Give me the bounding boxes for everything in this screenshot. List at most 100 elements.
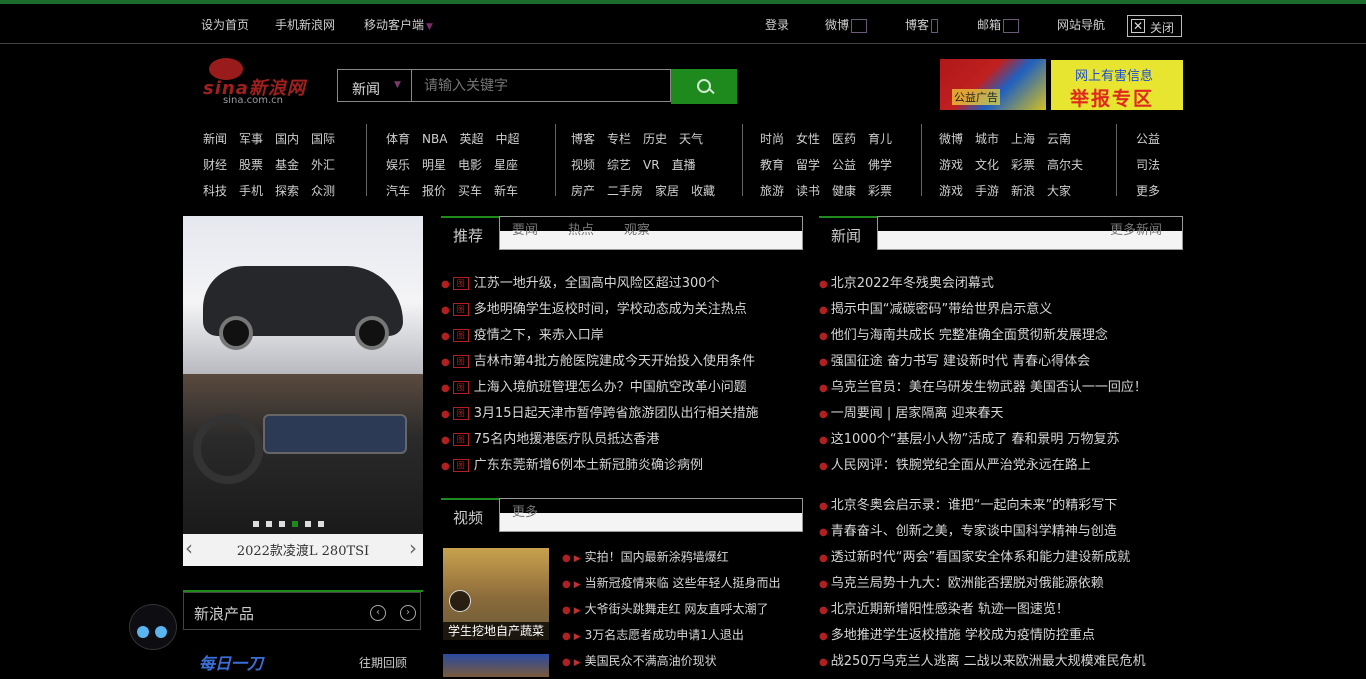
list-item[interactable]: ● 图多地明确学生返校时间，学校动态成为关注热点	[441, 297, 759, 323]
site-nav-link[interactable]: 网站导航	[1057, 16, 1105, 33]
video-headline[interactable]: 实拍！国内最新涂鸦墙爆红	[585, 550, 729, 564]
nav-link[interactable]: 电影	[458, 152, 482, 178]
list-item[interactable]: ● ▶ 大爷街头跳舞走红 网友直呼太潮了	[562, 596, 780, 622]
nav-link[interactable]: 公益	[832, 152, 856, 178]
list-item[interactable]: ● 多地推进学生返校措施 学校成为疫情防控重点	[819, 623, 1146, 649]
news-headline[interactable]: 他们与海南共成长 完整准确全面贯彻新发展理念	[831, 328, 1108, 343]
nav-link[interactable]: 军事	[239, 126, 263, 152]
next-icon[interactable]: ›	[400, 605, 416, 621]
list-item[interactable]: ● 图疫情之下，来赤入口岸	[441, 323, 759, 349]
nav-link[interactable]: 上海	[1011, 126, 1035, 152]
nav-link[interactable]: 英超	[459, 126, 483, 152]
nav-link[interactable]: 财经	[203, 152, 227, 178]
list-item[interactable]: ● 北京近期新增阳性感染者 轨迹一图速览！	[819, 597, 1146, 623]
nav-link[interactable]: 收藏	[691, 178, 715, 204]
list-item[interactable]: ● 北京冬奥会启示录：谁把“一起向未来”的精彩写下	[819, 493, 1146, 519]
mobile-client-link[interactable]: 移动客户端 ▼	[364, 16, 433, 33]
news-headline[interactable]: 3月15日起天津市暂停跨省旅游团队出行相关措施	[474, 406, 759, 421]
nav-link[interactable]: NBA	[422, 126, 447, 152]
list-item[interactable]: ● 乌克兰官员：美在乌研发生物武器 美国否认一一回应！	[819, 375, 1147, 401]
news-headline[interactable]: 上海入境航班管理怎么办？中国航空改革小问题	[474, 380, 747, 395]
list-item[interactable]: ● 战250万乌克兰人逃离 二战以来欧洲最大规模难民危机	[819, 649, 1146, 675]
list-item[interactable]: ● ▶ 当新冠疫情来临 这些年轻人挺身而出	[562, 570, 780, 596]
news-headline[interactable]: 北京冬奥会启示录：谁把“一起向未来”的精彩写下	[831, 498, 1117, 513]
hot-section-title[interactable]: 推荐	[453, 225, 483, 246]
nav-link[interactable]: 报价	[422, 178, 446, 204]
list-item[interactable]: ● 人民网评：铁腕党纪全面从严治党永远在路上	[819, 453, 1147, 479]
video-thumbnail[interactable]	[443, 654, 549, 677]
nav-link[interactable]: 读书	[796, 178, 820, 204]
nav-link[interactable]: 体育	[386, 126, 410, 152]
nav-link[interactable]: 买车	[458, 178, 482, 204]
list-item[interactable]: ● 揭示中国“减碳密码”带给世界启示意义	[819, 297, 1147, 323]
nav-link[interactable]: 医药	[832, 126, 856, 152]
nav-link[interactable]: 娱乐	[386, 152, 410, 178]
list-item[interactable]: ● 一周要闻 | 居家隔离 迎来春天	[819, 401, 1147, 427]
news-headline[interactable]: 战250万乌克兰人逃离 二战以来欧洲最大规模难民危机	[831, 654, 1146, 669]
nav-link[interactable]: 汽车	[386, 178, 410, 204]
nav-link[interactable]: 时尚	[760, 126, 784, 152]
nav-link[interactable]: 健康	[832, 178, 856, 204]
nav-link[interactable]: 云南	[1047, 126, 1071, 152]
nav-link[interactable]: 高尔夫	[1047, 152, 1083, 178]
list-item[interactable]: ● 他们与海南共成长 完整准确全面贯彻新发展理念	[819, 323, 1147, 349]
news-headline[interactable]: 强国征途 奋力书写 建设新时代 青春心得体会	[831, 354, 1090, 369]
video-more-tab[interactable]: 更多	[512, 501, 538, 520]
close-button[interactable]: ✕ 关闭	[1127, 15, 1182, 37]
nav-link[interactable]: 新闻	[203, 126, 227, 152]
nav-link[interactable]: 星座	[494, 152, 518, 178]
nav-link[interactable]: 旅游	[760, 178, 784, 204]
tab-observe[interactable]: 观察	[624, 219, 650, 238]
list-item[interactable]: ● ▶ 3万名志愿者成功申请1人退出	[562, 622, 780, 648]
carousel-dot[interactable]	[305, 521, 311, 527]
daily-blade-logo[interactable]: 每日一刀	[199, 650, 263, 674]
tab-important[interactable]: 要闻	[512, 219, 538, 238]
nav-link[interactable]: 育儿	[868, 126, 892, 152]
news-headline[interactable]: 乌克兰官员：美在乌研发生物武器 美国否认一一回应！	[831, 380, 1147, 395]
nav-link[interactable]: 探索	[275, 178, 299, 204]
news-headline[interactable]: 疫情之下，来赤入口岸	[474, 328, 604, 343]
public-service-ad[interactable]: 公益广告	[940, 59, 1046, 110]
nav-link[interactable]: 手游	[975, 178, 999, 204]
list-item[interactable]: ● 图广东东莞新增6例本土新冠肺炎确诊病例	[441, 453, 759, 479]
nav-link[interactable]: 博客	[571, 126, 595, 152]
nav-link[interactable]: VR	[643, 152, 660, 178]
list-item[interactable]: ● 乌克兰局势十九大：欧洲能否摆脱对俄能源依赖	[819, 571, 1146, 597]
nav-link[interactable]: 文化	[975, 152, 999, 178]
nav-link[interactable]: 国内	[275, 126, 299, 152]
nav-link[interactable]: 历史	[643, 126, 667, 152]
video-headline[interactable]: 3万名志愿者成功申请1人退出	[585, 628, 744, 642]
news-headline[interactable]: 透过新时代“两会”看国家安全体系和能力建设新成就	[831, 550, 1130, 565]
cat-mascot-icon[interactable]	[121, 594, 183, 656]
nav-link[interactable]: 手机	[239, 178, 263, 204]
carousel-dot-active[interactable]	[292, 521, 298, 527]
mobile-sina-link[interactable]: 手机新浪网	[275, 16, 335, 33]
nav-link[interactable]: 直播	[672, 152, 696, 178]
nav-more-link[interactable]: 更多	[1136, 178, 1160, 204]
nav-link[interactable]: 视频	[571, 152, 595, 178]
news-headline[interactable]: 揭示中国“减碳密码”带给世界启示意义	[831, 302, 1052, 317]
nav-link[interactable]: 众测	[311, 178, 335, 204]
nav-link[interactable]: 专栏	[607, 126, 631, 152]
login-link[interactable]: 登录	[765, 16, 789, 33]
nav-link[interactable]: 明星	[422, 152, 446, 178]
search-button[interactable]	[671, 69, 737, 104]
nav-link[interactable]: 大家	[1047, 178, 1071, 204]
image-carousel[interactable]: ‹ 2022款凌渡L 280TSI ›	[183, 216, 423, 566]
nav-link[interactable]: 新浪	[1011, 178, 1035, 204]
more-news-link[interactable]: 更多新闻	[1110, 219, 1162, 238]
nav-link[interactable]: 彩票	[1011, 152, 1035, 178]
carousel-dot[interactable]	[318, 521, 324, 527]
news-headline[interactable]: 人民网评：铁腕党纪全面从严治党永远在路上	[831, 458, 1091, 473]
news-headline[interactable]: 吉林市第4批方舱医院建成今天开始投入使用条件	[474, 354, 755, 369]
nav-link[interactable]: 天气	[679, 126, 703, 152]
list-item[interactable]: ● 图上海入境航班管理怎么办？中国航空改革小问题	[441, 375, 759, 401]
news-headline[interactable]: 北京2022年冬残奥会闭幕式	[831, 276, 994, 291]
news-headline[interactable]: 这1000个“基层小人物”活成了 春和景明 万物复苏	[831, 432, 1120, 447]
past-review-link[interactable]: 往期回顾	[359, 654, 407, 671]
chevron-right-icon[interactable]: ›	[409, 536, 417, 560]
weibo-link[interactable]: 微博	[825, 16, 868, 33]
carousel-dot[interactable]	[266, 521, 272, 527]
list-item[interactable]: ● 北京2022年冬残奥会闭幕式	[819, 271, 1147, 297]
list-item[interactable]: ● 图 75名内地援港医疗队员抵达香港	[441, 427, 759, 453]
